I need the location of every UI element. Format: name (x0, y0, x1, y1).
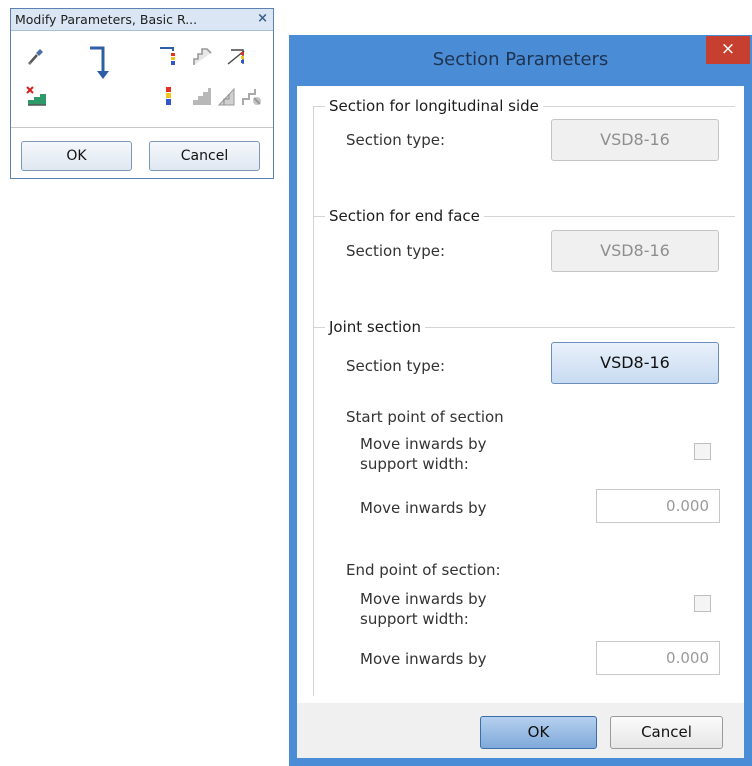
start-move-support-label-1: Move inwards by (360, 435, 487, 453)
ok-button[interactable]: OK (480, 716, 597, 749)
longitudinal-section-type-button: VSD8-16 (551, 119, 719, 161)
dialog-client-area: Section for longitudinal side Section ty… (297, 86, 744, 703)
start-move-inwards-label: Move inwards by (360, 499, 487, 517)
palette-ok-button[interactable]: OK (21, 141, 132, 171)
eyedropper-icon[interactable] (25, 45, 47, 67)
end-move-inwards-label: Move inwards by (360, 650, 487, 668)
modify-parameters-palette: Modify Parameters, Basic R... × OK Cance… (10, 8, 274, 179)
close-icon[interactable]: × (706, 36, 750, 64)
end-face-section-type-button: VSD8-16 (551, 230, 719, 272)
joint-section-type-label: Section type: (346, 357, 446, 375)
dialog-title-bar[interactable]: Section Parameters × (289, 35, 752, 85)
section-parameters-dialog: Section Parameters × Section for longitu… (289, 35, 752, 766)
end-move-support-checkbox[interactable] (694, 595, 711, 612)
cancel-button[interactable]: Cancel (610, 716, 723, 749)
stair-edge-icon[interactable] (225, 45, 247, 67)
start-move-support-checkbox[interactable] (694, 443, 711, 460)
palette-cancel-button[interactable]: Cancel (149, 141, 260, 171)
start-point-heading: Start point of section (346, 408, 504, 426)
color-pipe-icon[interactable] (157, 45, 179, 67)
end-point-heading: End point of section: (346, 561, 501, 579)
joint-section-type-button[interactable]: VSD8-16 (551, 342, 719, 384)
end-move-support-label-1: Move inwards by (360, 590, 487, 608)
palette-title: Modify Parameters, Basic R... (15, 12, 198, 27)
arrow-down-bend-icon[interactable] (89, 45, 111, 81)
stair-link-gray-icon (241, 85, 263, 107)
end-face-section-type-label: Section type: (346, 242, 446, 260)
longitudinal-group-title: Section for longitudinal side (325, 97, 543, 115)
end-move-inwards-input[interactable]: 0.000 (596, 641, 720, 675)
color-bar-icon[interactable] (157, 85, 179, 107)
longitudinal-section-type-label: Section type: (346, 131, 446, 149)
palette-title-bar[interactable]: Modify Parameters, Basic R... × (11, 9, 273, 31)
end-move-support-label-2: support width: (360, 610, 469, 628)
palette-separator (11, 127, 273, 128)
group-frame-left-edge (313, 106, 314, 696)
palette-close-icon[interactable]: × (257, 11, 268, 26)
dialog-title: Section Parameters (432, 49, 609, 70)
start-move-support-label-2: support width: (360, 455, 469, 473)
end-face-group-title: Section for end face (325, 207, 484, 225)
start-move-inwards-input[interactable]: 0.000 (596, 489, 720, 523)
stair-gray-icon (191, 85, 213, 107)
joint-group-title: Joint section (325, 318, 425, 336)
stair-profile-icon[interactable] (191, 45, 213, 67)
delete-stair-icon[interactable] (25, 85, 47, 107)
stair-side-gray-icon (216, 85, 238, 107)
